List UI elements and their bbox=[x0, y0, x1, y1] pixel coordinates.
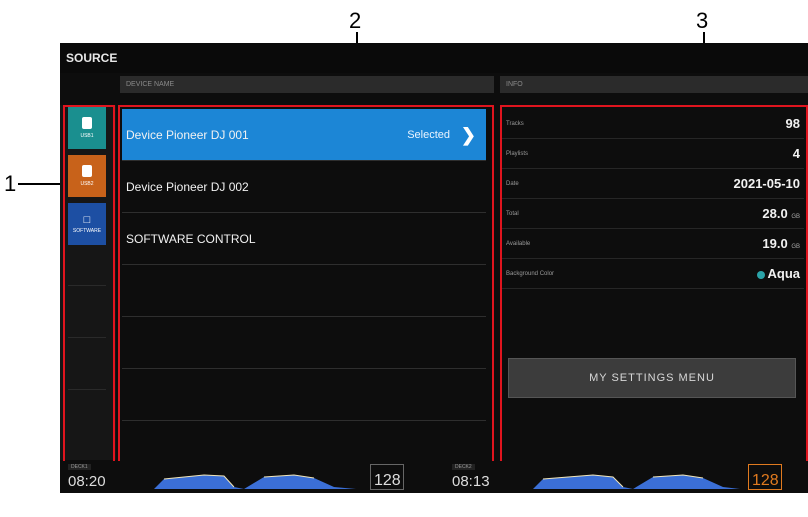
callout-3-box bbox=[500, 105, 808, 463]
callout-2-box bbox=[118, 105, 494, 463]
bpm-display: 128 bbox=[370, 464, 404, 490]
deck-2: DECK2 08:13 128 bbox=[444, 461, 808, 493]
deck-bpm: 128 bbox=[752, 472, 779, 489]
deck-1: DECK1 08:20 128 bbox=[60, 461, 434, 493]
callout-3: 3 bbox=[696, 8, 709, 33]
deck-label: DECK1 bbox=[68, 464, 91, 470]
deck-label: DECK2 bbox=[452, 464, 475, 470]
waveform bbox=[124, 474, 356, 489]
info-header: INFO bbox=[500, 76, 808, 93]
callout-1: 1 bbox=[4, 171, 17, 196]
deck-time: 08:20 bbox=[68, 473, 106, 490]
callout-1-leader bbox=[18, 183, 63, 185]
device-name-header: DEVICE NAME bbox=[120, 76, 494, 93]
deck-bar: DECK1 08:20 128 DECK2 08:13 128 bbox=[60, 461, 808, 493]
deck-bpm: 128 bbox=[374, 472, 401, 489]
waveform bbox=[508, 474, 740, 489]
page-title: SOURCE bbox=[60, 43, 808, 73]
bpm-display: 128 bbox=[748, 464, 782, 490]
callout-2: 2 bbox=[349, 8, 362, 33]
callout-1-box bbox=[63, 105, 115, 463]
source-screen: SOURCE DEVICE NAME INFO USB1 USB2 □ SOFT… bbox=[60, 43, 808, 493]
deck-time: 08:13 bbox=[452, 473, 490, 490]
